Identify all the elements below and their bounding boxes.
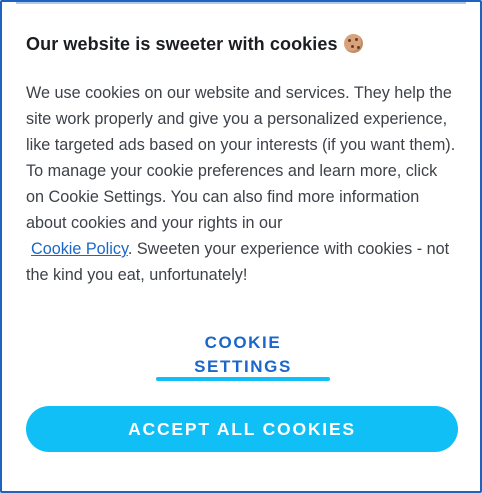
dialog-header: Our website is sweeter with cookies <box>26 34 363 55</box>
cookie-policy-link[interactable]: Cookie Policy <box>31 240 128 258</box>
cookie-settings-label-line1: COOKIE <box>204 333 282 352</box>
cookie-settings-underline <box>156 377 330 381</box>
cookie-settings-button[interactable]: COOKIE SETTINGS <box>156 331 330 379</box>
dialog-title: Our website is sweeter with cookies <box>26 34 338 54</box>
dialog-top-edge <box>16 2 466 4</box>
cookie-consent-dialog: Our website is sweeter with cookies We u… <box>0 0 482 493</box>
cookie-settings-label-line2: SETTINGS <box>194 357 292 376</box>
consent-description: We use cookies on our website and servic… <box>26 80 456 288</box>
description-text: We use cookies on our website and servic… <box>26 84 456 232</box>
cookie-icon <box>343 34 363 53</box>
accept-all-cookies-button[interactable]: ACCEPT ALL COOKIES <box>26 406 458 452</box>
